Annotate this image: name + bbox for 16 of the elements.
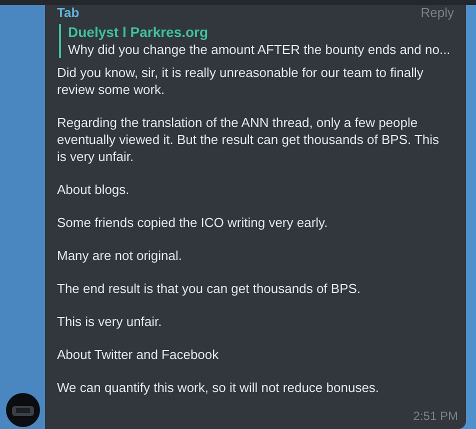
message-text: Some friends copied the ICO writing very early.	[57, 214, 329, 231]
message-text: This is very unfair.	[57, 313, 163, 330]
reply-link[interactable]: Reply	[420, 5, 454, 20]
message-text: About Twitter and Facebook	[57, 346, 220, 363]
quote-text: Why did you change the amount AFTER the bounty ends and no...	[68, 41, 452, 58]
message-text: The end result is that you can get thousands of BPS.	[57, 280, 362, 297]
quoted-message[interactable]: Duelyst l Parkres.org Why did you change the amount AFTER the bounty ends and no...	[59, 24, 454, 58]
avatar-icon[interactable]	[6, 393, 40, 427]
quote-author: Duelyst l Parkres.org	[68, 24, 210, 41]
message-text: Regarding the translation of the ANN thread, only a few people eventually viewed it. But the result can get thousands of BPS. This is very unfair.	[57, 114, 440, 165]
sender-name[interactable]: Tab	[57, 5, 80, 20]
message-text: Many are not original.	[57, 247, 184, 264]
message-text: We can quantify this work, so it will not reduce bonuses.	[57, 379, 380, 396]
message-text: About blogs.	[57, 181, 130, 198]
message-time: 2:51 PM	[413, 409, 458, 423]
message-text: Did you know, sir, it is really unreasonable for our team to finally review some work.	[57, 64, 424, 98]
